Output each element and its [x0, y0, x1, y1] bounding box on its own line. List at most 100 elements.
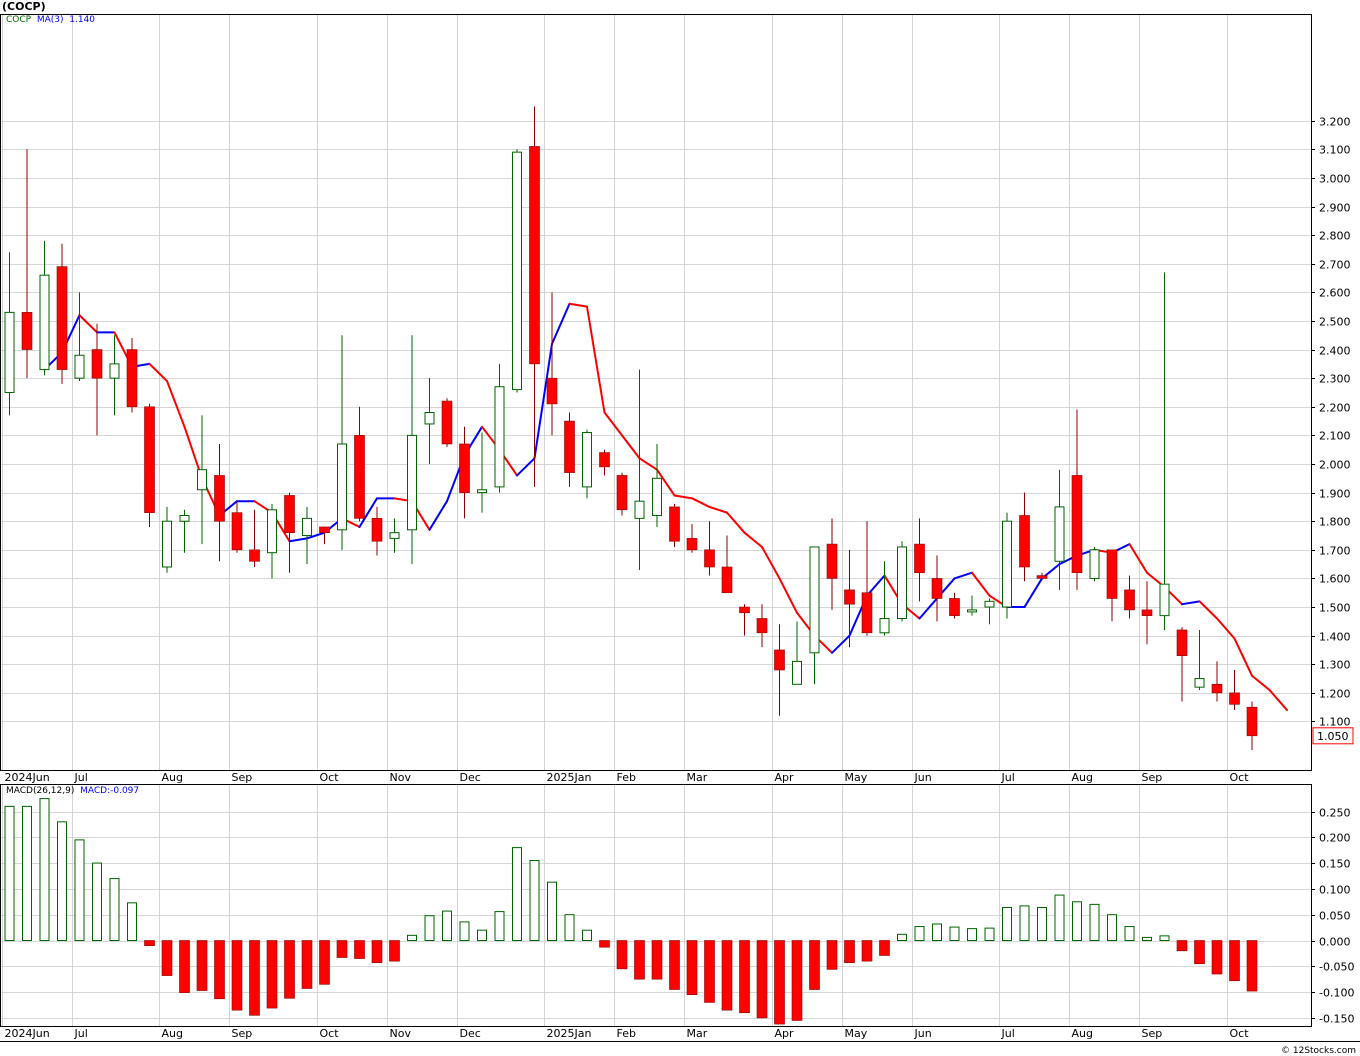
macd-bar-negative	[1194, 940, 1205, 965]
candle-body-up	[424, 412, 435, 425]
macd-bar-negative	[284, 940, 295, 999]
month-label: Oct	[320, 1027, 340, 1040]
candle-body-up	[109, 363, 120, 379]
ma-segment	[971, 571, 991, 597]
macd-bar-positive	[564, 914, 575, 942]
macd-bar-positive	[1054, 894, 1065, 941]
price-tick-label: 3.200	[1319, 116, 1351, 129]
macd-bar-negative	[319, 940, 330, 985]
ma-segment	[1233, 637, 1253, 677]
price-tick-label: 1.700	[1319, 545, 1351, 558]
ma-segment	[428, 500, 448, 531]
candle-body-up	[512, 151, 522, 391]
month-label: Sep	[232, 771, 253, 784]
candle-body-down	[56, 266, 68, 370]
macd-bar-positive	[984, 927, 995, 942]
ma-segment	[673, 494, 693, 500]
macd-bar-negative	[616, 940, 628, 970]
month-label: Oct	[1230, 771, 1250, 784]
candle-body-up	[1002, 520, 1012, 608]
month-label: Mar	[687, 771, 708, 784]
legend-price: COCP MA(3) 1.140	[6, 15, 95, 25]
macd-bar-negative	[1229, 940, 1240, 982]
ma-segment	[586, 305, 606, 414]
candle-body-down	[774, 649, 785, 671]
macd-tick-label: -0.150	[1319, 1013, 1354, 1026]
candle-body-down	[1211, 683, 1223, 694]
macd-bar-positive	[967, 928, 977, 942]
ma-segment	[1268, 689, 1288, 712]
ma-segment	[708, 505, 728, 514]
candle-body-up	[197, 469, 207, 491]
macd-bar-negative	[1211, 940, 1223, 975]
macd-bar-positive	[39, 798, 50, 941]
candle-body-up	[792, 660, 802, 685]
candle-body-down	[126, 349, 138, 408]
candle-body-down	[616, 475, 628, 511]
month-label: Apr	[775, 1027, 795, 1040]
candle-body-down	[949, 598, 960, 616]
month-label: Sep	[1142, 771, 1163, 784]
candle-body-down	[1106, 549, 1118, 599]
ma-segment	[1251, 674, 1271, 692]
month-label: Dec	[460, 771, 481, 784]
month-label: 2024Jun	[5, 771, 50, 784]
chart-title: (COCP)	[2, 0, 46, 13]
ma-segment	[726, 511, 746, 534]
macd-bar-positive	[22, 805, 32, 942]
macd-bar-negative	[161, 940, 173, 976]
macd-tick-label: 0.250	[1319, 807, 1351, 820]
candle-body-down	[931, 578, 943, 599]
macd-tick-label: 0.100	[1319, 884, 1351, 897]
month-label: Aug	[1072, 1027, 1093, 1040]
macd-bar-negative	[774, 940, 785, 1025]
month-label: Nov	[390, 771, 412, 784]
month-label: Mar	[687, 1027, 708, 1040]
candle-body-up	[652, 477, 662, 516]
candle-body-up	[337, 443, 347, 531]
candle-body-up	[389, 532, 400, 539]
candle-body-down	[844, 589, 855, 605]
macd-bar-negative	[651, 940, 663, 980]
month-label: Jul	[74, 771, 88, 784]
candle-body-up	[897, 546, 907, 619]
candle-body-down	[1141, 609, 1153, 616]
candle-body-down	[721, 566, 733, 594]
macd-bar-negative	[354, 940, 365, 959]
ma-segment	[603, 411, 623, 437]
month-label: Feb	[617, 1027, 636, 1040]
macd-bar-positive	[74, 839, 85, 942]
candle-body-down	[284, 495, 295, 533]
month-label: 2025Jan	[547, 771, 592, 784]
credit-text: © 12Stocks.com	[1281, 1046, 1356, 1056]
month-label: Jul	[74, 1027, 88, 1040]
candle-body-down	[826, 543, 838, 579]
price-tick-label: 2.300	[1319, 373, 1351, 386]
ma-segment	[78, 314, 98, 334]
candle-body-down	[704, 549, 715, 568]
ma-segment	[691, 497, 711, 508]
price-tick-label: 2.900	[1319, 202, 1351, 215]
price-panel-frame	[0, 14, 1312, 771]
candle-body-up	[407, 434, 417, 531]
price-tick-label: 2.000	[1319, 459, 1351, 472]
candle-body-up	[39, 274, 50, 371]
ma-segment	[761, 545, 781, 580]
macd-bar-negative	[336, 940, 348, 958]
ma-segment	[831, 634, 851, 654]
macd-tick-label: -0.050	[1319, 961, 1354, 974]
candle-body-up	[634, 500, 645, 519]
macd-bar-positive	[932, 923, 942, 941]
candle-body-up	[4, 311, 15, 393]
month-label: Dec	[460, 1027, 481, 1040]
macd-bar-positive	[1089, 903, 1100, 942]
ma-segment	[1128, 543, 1148, 574]
price-tick-label: 2.400	[1319, 345, 1351, 358]
candle-body-up	[494, 386, 505, 488]
last-price-label: 1.050	[1317, 730, 1349, 743]
month-label: Jul	[1001, 771, 1015, 784]
candle-body-down	[861, 592, 873, 634]
candle-body-up	[1159, 583, 1170, 617]
macd-bar-positive	[1019, 905, 1030, 941]
macd-bar-negative	[249, 940, 260, 1016]
